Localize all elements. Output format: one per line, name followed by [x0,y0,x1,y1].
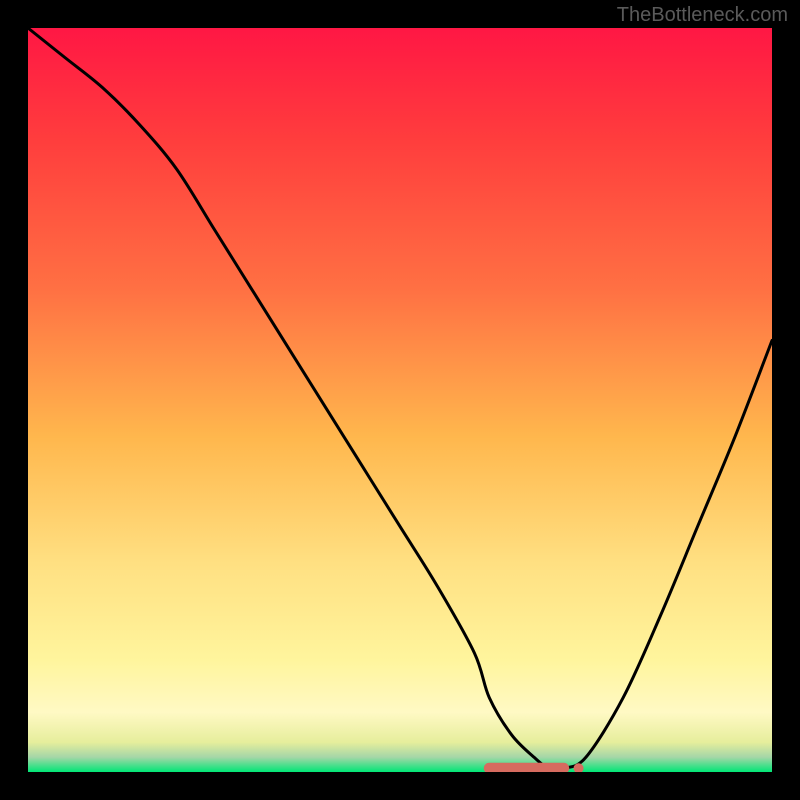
bottleneck-chart [0,0,800,800]
watermark-text: TheBottleneck.com [617,4,788,27]
chart-container: TheBottleneck.com [0,0,800,800]
